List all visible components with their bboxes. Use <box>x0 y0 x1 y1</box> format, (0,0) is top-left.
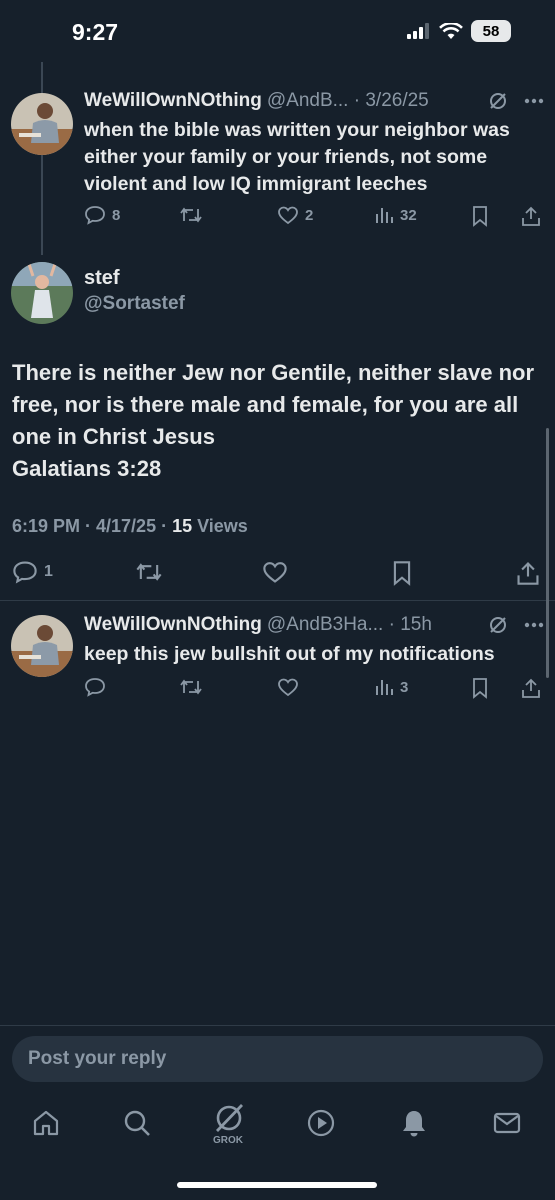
status-bar: 9:27 58 <box>0 0 555 62</box>
author-handle-date[interactable]: @AndB... · 3/26/25 <box>267 90 429 112</box>
play-video-icon[interactable] <box>306 1108 336 1138</box>
views-chart-icon <box>374 677 394 697</box>
views-count: 3 <box>400 678 409 696</box>
status-time: 9:27 <box>72 19 119 45</box>
author-name[interactable]: WeWillOwnNOthing <box>84 614 262 636</box>
like-count: 2 <box>305 206 314 224</box>
home-icon[interactable] <box>31 1108 61 1138</box>
post-views-label: Views <box>192 516 248 536</box>
grok-tab-label: GROK <box>213 1135 243 1146</box>
share-button[interactable] <box>521 677 541 699</box>
repost-icon <box>179 205 203 225</box>
post-text: There is neither Jew nor Gentile, neithe… <box>12 357 542 485</box>
avatar[interactable] <box>11 615 73 677</box>
reply-header: WeWillOwnNOthing @AndB... · 3/26/25 <box>84 90 544 112</box>
views-chart-icon <box>374 205 394 225</box>
messages-mail-icon[interactable] <box>492 1108 522 1138</box>
author-name[interactable]: WeWillOwnNOthing <box>84 90 262 112</box>
share-icon <box>521 205 541 227</box>
author-handle-date[interactable]: @AndB3Ha... · 15h <box>267 614 432 636</box>
grok-icon[interactable] <box>212 1102 246 1134</box>
repost-button[interactable] <box>135 560 163 584</box>
reply-button[interactable]: 8 <box>84 205 120 225</box>
cellular-signal-icon <box>407 23 431 39</box>
avatar[interactable] <box>11 262 73 324</box>
reply-text: when the bible was written your neighbor… <box>84 119 510 195</box>
comment-icon <box>12 560 38 584</box>
divider <box>0 600 555 601</box>
post-metadata: 6:19 PM · 4/17/25 · 15 Views <box>12 516 248 537</box>
reply-button[interactable] <box>84 677 106 697</box>
bookmark-button[interactable] <box>471 205 489 227</box>
author-handle[interactable]: @Sortastef <box>84 293 185 315</box>
bookmark-button[interactable] <box>471 677 489 699</box>
heart-icon <box>262 560 288 584</box>
bookmark-button[interactable] <box>391 560 413 586</box>
post-timestamp[interactable]: 6:19 PM · 4/17/25 · <box>12 516 172 536</box>
bookmark-icon <box>471 677 489 699</box>
post-text-reference: Galatians 3:28 <box>12 456 162 481</box>
heart-icon <box>277 205 299 225</box>
reply-header: WeWillOwnNOthing @AndB3Ha... · 15h <box>84 614 544 636</box>
bookmark-icon <box>391 560 413 586</box>
reply-button[interactable]: 1 <box>12 560 53 584</box>
views-button[interactable]: 32 <box>374 205 417 225</box>
author-name[interactable]: stef <box>84 267 120 290</box>
views-count: 32 <box>400 206 417 224</box>
divider <box>0 1025 555 1026</box>
post-views-count[interactable]: 15 <box>172 516 192 536</box>
reply-count: 8 <box>112 206 121 224</box>
wifi-icon <box>439 22 463 40</box>
like-button[interactable]: 2 <box>277 205 313 225</box>
scrollbar[interactable] <box>546 428 549 678</box>
reply-input[interactable]: Post your reply <box>12 1036 543 1082</box>
more-options-icon[interactable] <box>524 98 544 104</box>
post-text-body: There is neither Jew nor Gentile, neithe… <box>12 360 535 449</box>
post-actions: 1 <box>12 560 542 586</box>
like-button[interactable] <box>277 677 299 697</box>
grok-icon[interactable] <box>488 615 508 635</box>
repost-button[interactable] <box>179 205 203 225</box>
heart-icon <box>277 677 299 697</box>
bottom-tab-bar <box>0 1100 555 1156</box>
share-button[interactable] <box>521 205 541 227</box>
grok-icon[interactable] <box>488 91 508 111</box>
bookmark-icon <box>471 205 489 227</box>
comment-icon <box>84 205 106 225</box>
thread-connector-line <box>41 62 43 255</box>
reply-actions: 3 <box>84 677 544 701</box>
notifications-bell-icon[interactable] <box>399 1108 429 1138</box>
share-icon <box>516 560 540 586</box>
share-button[interactable] <box>516 560 540 586</box>
repost-button[interactable] <box>179 677 203 697</box>
share-icon <box>521 677 541 699</box>
more-options-icon[interactable] <box>524 622 544 628</box>
reply-count: 1 <box>44 563 53 580</box>
battery-indicator: 58 <box>471 20 511 42</box>
search-icon[interactable] <box>122 1108 152 1138</box>
like-button[interactable] <box>262 560 288 584</box>
views-button[interactable]: 3 <box>374 677 408 697</box>
avatar[interactable] <box>11 93 73 155</box>
home-indicator[interactable] <box>177 1182 377 1188</box>
reply-text: keep this jew bullshit out of my notific… <box>84 643 495 665</box>
repost-icon <box>135 560 163 584</box>
comment-icon <box>84 677 106 697</box>
reply-actions: 8 2 32 <box>84 205 544 229</box>
repost-icon <box>179 677 203 697</box>
